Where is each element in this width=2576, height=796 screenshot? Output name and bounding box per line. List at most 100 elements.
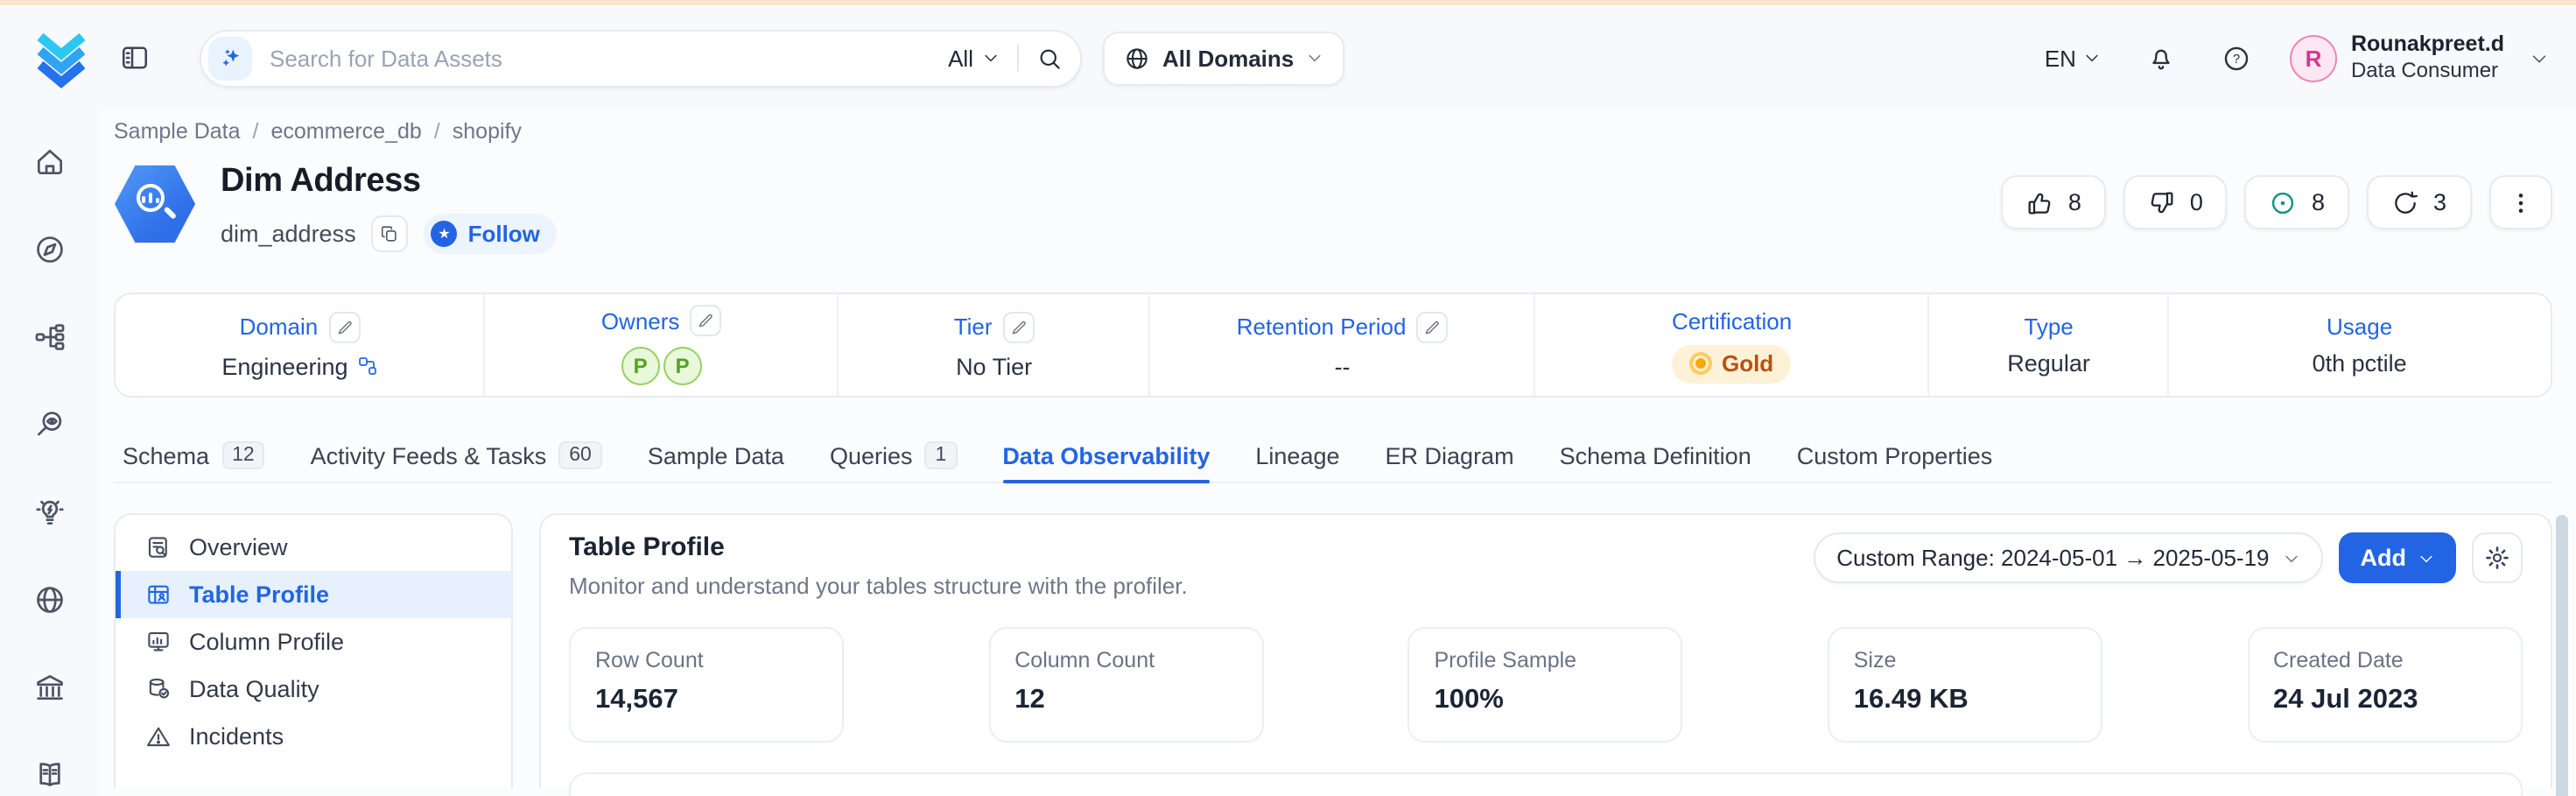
link-icon[interactable]: [357, 356, 378, 377]
breadcrumb-database[interactable]: ecommerce_db: [271, 119, 422, 144]
nav-label: Table Profile: [189, 581, 329, 608]
more-options-button[interactable]: [2488, 175, 2551, 229]
ai-sparkle-icon[interactable]: [208, 36, 252, 80]
sidebar-toggle-icon[interactable]: [119, 42, 151, 74]
tab-custom-properties[interactable]: Custom Properties: [1797, 429, 1993, 482]
add-button[interactable]: Add: [2340, 532, 2456, 583]
open-tasks-button[interactable]: 8: [2245, 175, 2349, 229]
stat-label: Profile Sample: [1435, 648, 1657, 673]
breadcrumb-schema[interactable]: shopify: [453, 119, 522, 144]
glossary-book-icon[interactable]: [0, 730, 98, 796]
tab-sample-data[interactable]: Sample Data: [648, 429, 784, 482]
panel-title: Table Profile: [569, 532, 1188, 562]
upvote-count: 8: [2068, 189, 2081, 215]
metadata-tier: Tier No Tier: [839, 294, 1150, 396]
globe-icon: [1124, 45, 1150, 71]
tier-value: No Tier: [956, 353, 1032, 379]
owner-avatar[interactable]: P: [621, 347, 660, 385]
chevron-down-icon: [2529, 48, 2548, 67]
global-search-bar: All: [200, 29, 1082, 87]
tab-schema-definition[interactable]: Schema Definition: [1560, 429, 1751, 482]
usage-value: 0th pctile: [2313, 350, 2407, 377]
search-scope-dropdown[interactable]: All: [948, 45, 1000, 71]
svg-text:?: ?: [2233, 52, 2240, 66]
tab-schema[interactable]: Schema12: [123, 429, 265, 482]
nav-item-column-profile[interactable]: Column Profile: [116, 618, 511, 666]
edit-tier-icon[interactable]: [1003, 311, 1035, 342]
breadcrumb-service[interactable]: Sample Data: [114, 119, 241, 144]
owner-avatar[interactable]: P: [663, 347, 702, 385]
stat-card-created-date: Created Date 24 Jul 2023: [2247, 627, 2522, 743]
edit-retention-icon[interactable]: [1416, 311, 1448, 342]
all-domains-button[interactable]: All Domains: [1103, 31, 1344, 85]
metadata-usage: Usage 0th pctile: [2169, 294, 2550, 396]
copy-icon[interactable]: [372, 215, 409, 252]
stat-value: 16.49 KB: [1854, 685, 2076, 716]
date-range-picker[interactable]: Custom Range: 2024-05-01 → 2025-05-19: [1814, 532, 2323, 583]
nav-item-table-profile[interactable]: Table Profile: [116, 571, 511, 618]
profile-stat-cards: Row Count 14,567 Column Count 12 Profile…: [569, 627, 2522, 743]
divider: [1017, 44, 1019, 72]
bigquery-table-icon: [114, 163, 196, 245]
follow-button[interactable]: ★ Follow: [425, 214, 558, 254]
explore-compass-icon[interactable]: [0, 205, 98, 292]
tab-queries[interactable]: Queries1: [830, 429, 957, 482]
nav-item-data-quality[interactable]: Data Quality: [116, 666, 511, 713]
stat-label: Column Count: [1014, 648, 1237, 673]
tab-badge: 1: [925, 441, 958, 469]
insights-bulb-icon[interactable]: [0, 468, 98, 555]
page-title: Dim Address: [221, 163, 558, 201]
govern-bank-icon[interactable]: [0, 643, 98, 730]
certification-badge: Gold: [1673, 344, 1791, 383]
domain-value: Engineering: [221, 353, 347, 379]
version-history-button[interactable]: 3: [2367, 175, 2471, 229]
certification-label: Certification: [1672, 307, 1792, 334]
thumbs-down-icon: [2148, 188, 2176, 216]
metadata-retention: Retention Period --: [1151, 294, 1536, 396]
domain-label: Domain: [240, 313, 319, 340]
observability-search-eye-icon[interactable]: [0, 380, 98, 468]
vertical-scrollbar[interactable]: [2555, 515, 2567, 796]
search-input[interactable]: [252, 45, 948, 71]
nav-item-overview[interactable]: Overview: [116, 524, 511, 571]
collate-logo[interactable]: [28, 25, 95, 91]
tab-er-diagram[interactable]: ER Diagram: [1386, 429, 1514, 482]
column-profile-icon: [145, 629, 172, 655]
stat-card-size: Size 16.49 KB: [1828, 627, 2102, 743]
settings-button[interactable]: [2471, 532, 2522, 583]
left-nav-rail: [0, 110, 98, 796]
upvote-button[interactable]: 8: [2002, 175, 2106, 229]
domains-globe-icon[interactable]: [0, 555, 98, 643]
downvote-button[interactable]: 0: [2123, 175, 2228, 229]
certification-value: Gold: [1722, 350, 1773, 377]
help-icon[interactable]: ?: [2222, 43, 2251, 73]
stat-card-row-count: Row Count 14,567: [569, 627, 844, 743]
gear-icon: [2483, 545, 2509, 571]
chevron-down-icon: [982, 49, 1000, 67]
panel-subtitle: Monitor and understand your tables struc…: [569, 573, 1188, 599]
retention-value: --: [1335, 353, 1351, 379]
entity-fqn: dim_address: [221, 221, 356, 247]
metadata-domain: Domain Engineering: [116, 294, 486, 396]
lineage-hierarchy-icon[interactable]: [0, 292, 98, 380]
home-icon[interactable]: [0, 117, 98, 205]
language-label: EN: [2045, 45, 2076, 71]
edit-owners-icon[interactable]: [690, 305, 721, 336]
tab-activity-feeds[interactable]: Activity Feeds & Tasks60: [311, 429, 602, 482]
breadcrumb: Sample Data / ecommerce_db / shopify: [114, 119, 2551, 144]
nav-item-incidents[interactable]: Incidents: [116, 713, 511, 760]
stat-label: Created Date: [2273, 648, 2495, 673]
star-icon: ★: [432, 221, 458, 247]
tab-data-observability[interactable]: Data Observability: [1002, 429, 1210, 482]
language-dropdown[interactable]: EN: [2045, 45, 2101, 71]
bell-icon[interactable]: [2146, 43, 2176, 73]
user-menu[interactable]: R Rounakpreet.d Data Consumer: [2290, 31, 2548, 84]
thumbs-up-icon: [2026, 188, 2054, 216]
metadata-owners: Owners P P: [486, 294, 839, 396]
search-icon[interactable]: [1036, 45, 1063, 71]
retention-label: Retention Period: [1237, 313, 1407, 340]
edit-domain-icon[interactable]: [328, 311, 360, 342]
tab-lineage[interactable]: Lineage: [1255, 429, 1339, 482]
nav-label: Data Quality: [189, 676, 319, 702]
task-circle-icon: [2270, 188, 2298, 216]
